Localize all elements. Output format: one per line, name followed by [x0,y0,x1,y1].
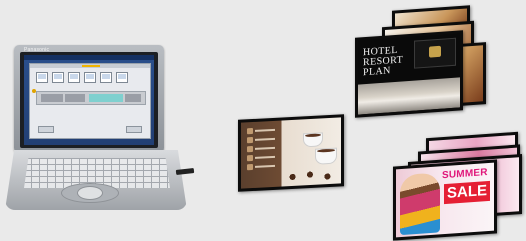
content-editor-window [29,63,151,139]
app-button[interactable] [38,126,54,133]
app-titlebar [24,55,154,60]
thumbnail-preview [38,74,46,79]
content-thumbnail[interactable] [36,72,48,83]
coffee-beans [281,167,339,185]
content-thumbnail[interactable] [84,72,96,83]
drink-icon [247,145,253,153]
usb-dongle [175,168,195,175]
timeline-clip[interactable] [65,94,85,102]
thumbnail-preview [70,74,78,79]
coffee-surface [317,148,335,153]
app-menu-highlight [82,65,100,67]
drink-icon [247,154,253,162]
content-thumbnail[interactable] [68,72,80,83]
drink-icon [247,136,253,144]
hotel-signage-display: HOTEL RESORT PLAN [355,30,463,118]
timeline-clip[interactable] [125,94,141,102]
hotel-headline: HOTEL RESORT PLAN [363,45,415,79]
hotel-display-content: HOTEL RESORT PLAN [358,33,460,115]
cafe-menu-item [247,145,277,153]
sale-tag: SALE [444,180,490,205]
cafe-menu-item [247,136,277,144]
menu-text-line [255,128,275,132]
hotel-room-photo [358,77,460,115]
content-thumbnail[interactable] [100,72,112,83]
content-thumbnail[interactable] [52,72,64,83]
thumbnail-preview [102,74,110,79]
thumbnail-preview [54,74,62,79]
schedule-timeline[interactable] [36,91,146,105]
sale-display-content: SUMMER SALE [396,162,494,238]
menu-text-line [255,137,275,141]
hotel-headline-line: PLAN [363,65,391,79]
sale-signage-display: SUMMER SALE [393,159,497,241]
app-button[interactable] [126,126,142,133]
coffee-cup-icon [303,132,323,148]
timeline-clip-selected[interactable] [89,94,123,102]
coffee-surface [305,133,321,138]
drink-icon [247,163,253,171]
hotel-logo-panel [414,37,456,69]
thumbnail-preview [118,74,126,79]
cafe-signage-display [238,114,344,192]
shopper-photo [400,172,440,236]
sale-headline: SUMMER [442,167,488,182]
menu-text-line [255,155,275,159]
cafe-menu-item [247,127,277,135]
laptop-screen [24,55,154,145]
cafe-menu-item [247,154,277,162]
coffee-cup-icon [315,147,337,165]
thumbnail-preview [86,74,94,79]
sale-tag-label: SALE [446,182,487,202]
timeline-clip[interactable] [41,94,63,102]
cafe-display-content [241,117,341,189]
cafe-menu-item [247,163,277,171]
trackpad [77,186,103,200]
hotel-logo-icon [429,45,441,58]
menu-text-line [255,146,275,150]
content-thumbnail[interactable] [116,72,128,83]
drink-icon [247,127,253,135]
menu-text-line [255,164,275,168]
